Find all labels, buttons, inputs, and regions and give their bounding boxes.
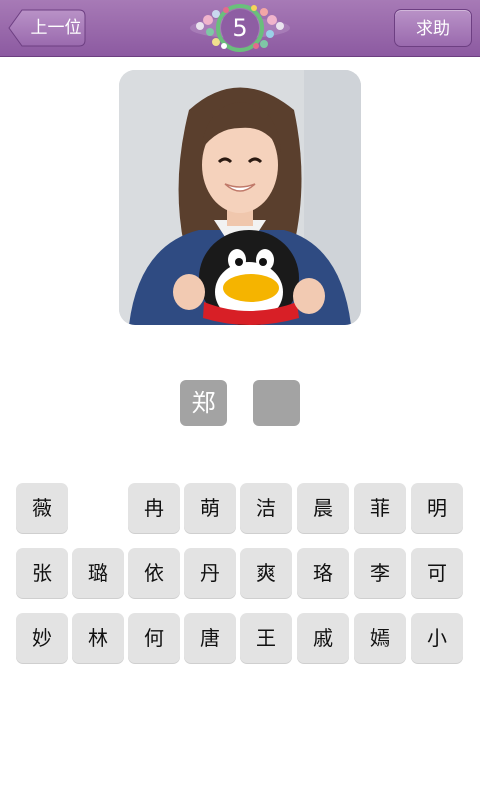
char-key[interactable]: 爽 — [240, 548, 292, 598]
answer-slot-1[interactable]: 郑 — [180, 380, 227, 426]
answer-slot-2[interactable] — [253, 380, 300, 426]
char-key[interactable]: 冉 — [128, 483, 180, 533]
level-badge: 5 — [186, 2, 294, 54]
char-key[interactable]: 戚 — [297, 613, 349, 663]
portrait-image — [119, 70, 361, 325]
puzzle-photo — [119, 70, 361, 325]
level-number: 5 — [232, 14, 248, 42]
char-key[interactable]: 依 — [128, 548, 180, 598]
char-key[interactable]: 菲 — [354, 483, 406, 533]
char-key[interactable]: 何 — [128, 613, 180, 663]
char-key[interactable]: 璐 — [72, 548, 124, 598]
char-key[interactable]: 薇 — [16, 483, 68, 533]
char-key[interactable]: 嫣 — [354, 613, 406, 663]
back-button[interactable]: 上一位 — [8, 9, 86, 47]
char-key[interactable]: 晨 — [297, 483, 349, 533]
back-button-label: 上一位 — [30, 18, 82, 38]
char-key[interactable]: 小 — [411, 613, 463, 663]
help-button[interactable]: 求助 — [394, 9, 472, 47]
top-bar: 上一位 5 求助 — [0, 0, 480, 57]
char-key[interactable]: 李 — [354, 548, 406, 598]
char-key[interactable]: 珞 — [297, 548, 349, 598]
char-key[interactable]: 唐 — [184, 613, 236, 663]
char-key[interactable]: 可 — [411, 548, 463, 598]
char-key[interactable]: 明 — [411, 483, 463, 533]
char-key[interactable]: 丹 — [184, 548, 236, 598]
char-key[interactable]: 张 — [16, 548, 68, 598]
char-key[interactable]: 洁 — [240, 483, 292, 533]
char-key[interactable]: 林 — [72, 613, 124, 663]
char-key[interactable]: 王 — [240, 613, 292, 663]
char-key[interactable]: 妙 — [16, 613, 68, 663]
char-key[interactable]: 萌 — [184, 483, 236, 533]
